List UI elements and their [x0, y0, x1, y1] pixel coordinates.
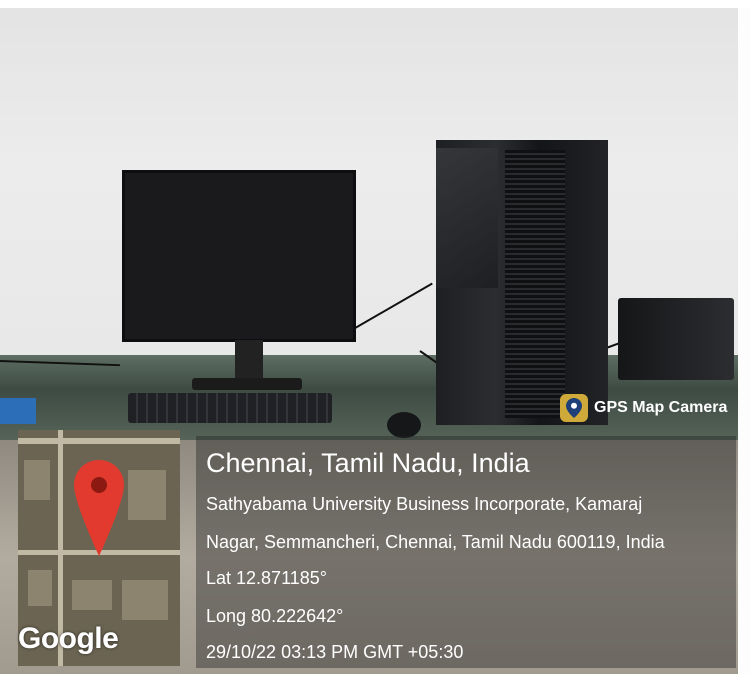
map-pin-icon	[560, 394, 588, 422]
monitor-base	[192, 378, 302, 390]
blue-object	[0, 398, 36, 424]
map-pin-icon	[74, 460, 124, 561]
ups	[618, 298, 734, 380]
address-line-1: Sathyabama University Business Incorpora…	[206, 494, 643, 514]
map-building	[122, 580, 168, 620]
cpu-side-panel	[436, 148, 498, 288]
mouse	[387, 412, 421, 438]
photo-border	[738, 0, 750, 674]
keyboard	[128, 393, 332, 423]
map-building	[128, 470, 166, 520]
datetime-text: 29/10/22 03:13 PM GMT +05:30	[206, 642, 464, 662]
cpu-front-grill	[505, 150, 565, 418]
gps-badge-label: GPS Map Camera	[594, 399, 728, 416]
gps-badge: GPS Map Camera	[560, 392, 727, 424]
location-title: Chennai, Tamil Nadu, India	[206, 448, 530, 478]
map-road	[18, 438, 180, 444]
map-building	[24, 460, 50, 500]
map-building	[28, 570, 52, 606]
photo-border	[0, 0, 750, 8]
map-building	[72, 580, 112, 610]
monitor-stand	[235, 340, 263, 382]
latitude-text: Lat 12.871185°	[206, 568, 327, 588]
google-logo: Google	[18, 622, 119, 655]
address-line-2: Nagar, Semmancheri, Chennai, Tamil Nadu …	[206, 532, 665, 552]
longitude-text: Long 80.222642°	[206, 606, 344, 626]
monitor	[122, 170, 356, 342]
